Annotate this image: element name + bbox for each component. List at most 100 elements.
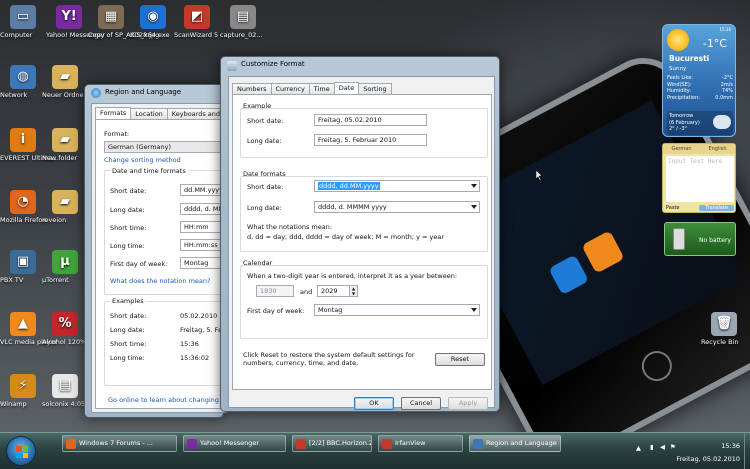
battery-gadget[interactable]: No battery: [664, 222, 736, 256]
desktop-icon[interactable]: ◔ Mozilla Firefox: [0, 190, 46, 224]
translate-input[interactable]: Input Text Here: [666, 156, 734, 202]
example-long-date-label: Long date:: [110, 326, 145, 334]
mouse-cursor-icon: [536, 170, 543, 181]
app-icon: ◔: [10, 190, 36, 214]
year-spinner[interactable]: ▲ ▼: [349, 285, 358, 297]
notation-text: d, dd = day; ddd, dddd = day of week; M …: [247, 233, 445, 241]
notation-link[interactable]: What does the notation mean?: [110, 277, 210, 285]
chevron-down-icon[interactable]: [471, 205, 477, 209]
cancel-button[interactable]: Cancel: [401, 397, 441, 410]
desktop-icon-label: New folder: [42, 154, 78, 162]
apply-button[interactable]: Apply: [448, 397, 488, 410]
format-dropdown[interactable]: German (Germany): [104, 141, 234, 153]
desktop-icon[interactable]: ▤ capture_02...: [220, 5, 266, 39]
recycle-bin-icon[interactable]: 🗑 Recycle Bin: [701, 312, 747, 346]
battery-status: No battery: [699, 237, 731, 244]
battery-icon: [673, 228, 685, 250]
long-date-combo[interactable]: dddd, d. MMMM yyyy: [314, 201, 480, 213]
desktop-icon[interactable]: ◉ ICS_x64.exe: [130, 5, 176, 39]
long-time-label: Long time:: [110, 242, 145, 250]
translate-from-language[interactable]: German: [671, 146, 691, 152]
desktop-icon[interactable]: ▰ Neuer Ordner: [42, 65, 88, 99]
app-icon: µ: [52, 250, 78, 274]
tab-sorting[interactable]: Sorting: [358, 83, 392, 94]
tray-chevron-icon[interactable]: ▲: [636, 444, 641, 452]
reset-button[interactable]: Reset: [435, 353, 485, 366]
desktop-icon[interactable]: µ µTorrent: [42, 250, 88, 284]
desktop-icon-label: µTorrent: [42, 276, 69, 284]
format-tab-strip: Numbers Currency Time Date Sorting: [232, 82, 392, 94]
desktop-icon[interactable]: i EVEREST Ultima...: [0, 128, 59, 162]
app-icon: ▦: [98, 5, 124, 29]
app-icon: ▤: [52, 374, 78, 398]
trash-icon: 🗑: [711, 312, 737, 336]
windows-logo-icon: [16, 446, 28, 458]
desktop-icon[interactable]: ▦ Copy of SP_A0028.jpg: [88, 5, 159, 39]
formats-panel: Format: German (Germany) Change sorting …: [95, 119, 244, 409]
desktop-icon[interactable]: ▣ PBX TV: [0, 250, 46, 284]
app-icon: ⚡: [10, 374, 36, 398]
taskbar-button[interactable]: Region and Language: [469, 435, 561, 452]
weather-gadget[interactable]: 15:36 -1°C Bucuresti Sunny Feels Like: -2…: [662, 24, 736, 137]
desktop-icon[interactable]: ▰ reveion: [42, 190, 88, 224]
short-date-combo[interactable]: dddd, dd.MM.yyyy: [314, 180, 480, 192]
desktop-icon-label: Winamp: [0, 400, 27, 408]
first-day-combo[interactable]: Montag: [314, 304, 480, 316]
taskbar-button[interactable]: Windows 7 Forums - ...: [62, 435, 177, 452]
taskbar-button-label: Yahoo! Messenger: [200, 439, 260, 447]
start-button[interactable]: [6, 436, 36, 466]
desktop-icon-label: Mozilla Firefox: [0, 216, 46, 224]
chevron-down-icon[interactable]: [471, 184, 477, 188]
taskbar-button[interactable]: Yahoo! Messenger: [183, 435, 286, 452]
taskbar-button-label: Windows 7 Forums - ...: [79, 439, 153, 447]
online-learn-link[interactable]: Go online to learn about changing lan: [108, 396, 231, 404]
desktop-icon[interactable]: ◍ Network: [0, 65, 46, 99]
translate-to-language[interactable]: English: [708, 146, 726, 152]
paste-link[interactable]: Paste: [666, 205, 680, 211]
clock-time[interactable]: 15:36: [694, 442, 740, 450]
tray-network-icon[interactable]: ▮: [650, 443, 654, 451]
clock-date[interactable]: Freitag, 05.02.2010: [676, 455, 740, 463]
taskbar-app-icon: [66, 439, 76, 449]
spin-down-icon[interactable]: ▼: [350, 291, 357, 296]
example-long-time-label: Long time:: [110, 354, 145, 362]
desktop-icon[interactable]: Y! Yahoo! Messenger: [46, 5, 105, 39]
tab-time[interactable]: Time: [308, 83, 335, 94]
translate-gadget[interactable]: German English Input Text Here Paste Tra…: [662, 143, 736, 213]
desktop-icon[interactable]: ▤ solconix 4:05 12-01: [42, 374, 106, 408]
translate-button[interactable]: Translate: [699, 204, 734, 211]
tab-formats[interactable]: Formats: [95, 107, 132, 119]
ok-button[interactable]: OK: [354, 397, 394, 410]
taskbar-button[interactable]: IrfanView: [378, 435, 463, 452]
short-date-label: Short date:: [247, 183, 284, 191]
tab-date[interactable]: Date: [333, 82, 360, 94]
desktop-icon[interactable]: ◩ ScanWizard 5: [174, 5, 220, 39]
example-short-date-label: Short date:: [110, 312, 147, 320]
desktop-icon-label: ICS_x64.exe: [130, 31, 170, 39]
example-short-label: Short date:: [247, 117, 284, 125]
window-title: Region and Language: [105, 88, 182, 96]
customize-format-dialog[interactable]: Customize Format Numbers Currency Time D…: [220, 56, 500, 412]
tray-flag-icon[interactable]: ⚑: [670, 443, 676, 451]
app-icon: ▣: [10, 250, 36, 274]
tab-currency[interactable]: Currency: [270, 83, 310, 94]
example-long-time-value: 15:36:02: [180, 354, 210, 362]
change-sorting-link[interactable]: Change sorting method: [104, 156, 181, 164]
example-short-time-label: Short time:: [110, 340, 147, 348]
region-language-window[interactable]: Region and Language Formats Location Key…: [84, 84, 252, 418]
desktop-icon[interactable]: ▲ VLC media player: [0, 312, 57, 346]
first-day-label: First day of week:: [247, 307, 305, 315]
desktop-icon[interactable]: ⚡ Winamp: [0, 374, 46, 408]
year-from-field: 1930: [256, 285, 294, 297]
chevron-down-icon[interactable]: [471, 308, 477, 312]
desktop-icon-label: capture_02...: [220, 31, 263, 39]
desktop-icon[interactable]: ▰ New folder: [42, 128, 88, 162]
tab-location[interactable]: Location: [130, 108, 168, 119]
tray-volume-icon[interactable]: ◀: [660, 443, 665, 451]
taskbar-button[interactable]: [2/2] BBC.Horizon.20...: [292, 435, 372, 452]
desktop-icon[interactable]: % Alcohol 120%: [42, 312, 88, 346]
tab-numbers[interactable]: Numbers: [232, 83, 272, 94]
show-desktop-button[interactable]: [744, 433, 750, 469]
desktop-icon[interactable]: ▭ Computer: [0, 5, 46, 39]
app-icon: ◍: [10, 65, 36, 89]
